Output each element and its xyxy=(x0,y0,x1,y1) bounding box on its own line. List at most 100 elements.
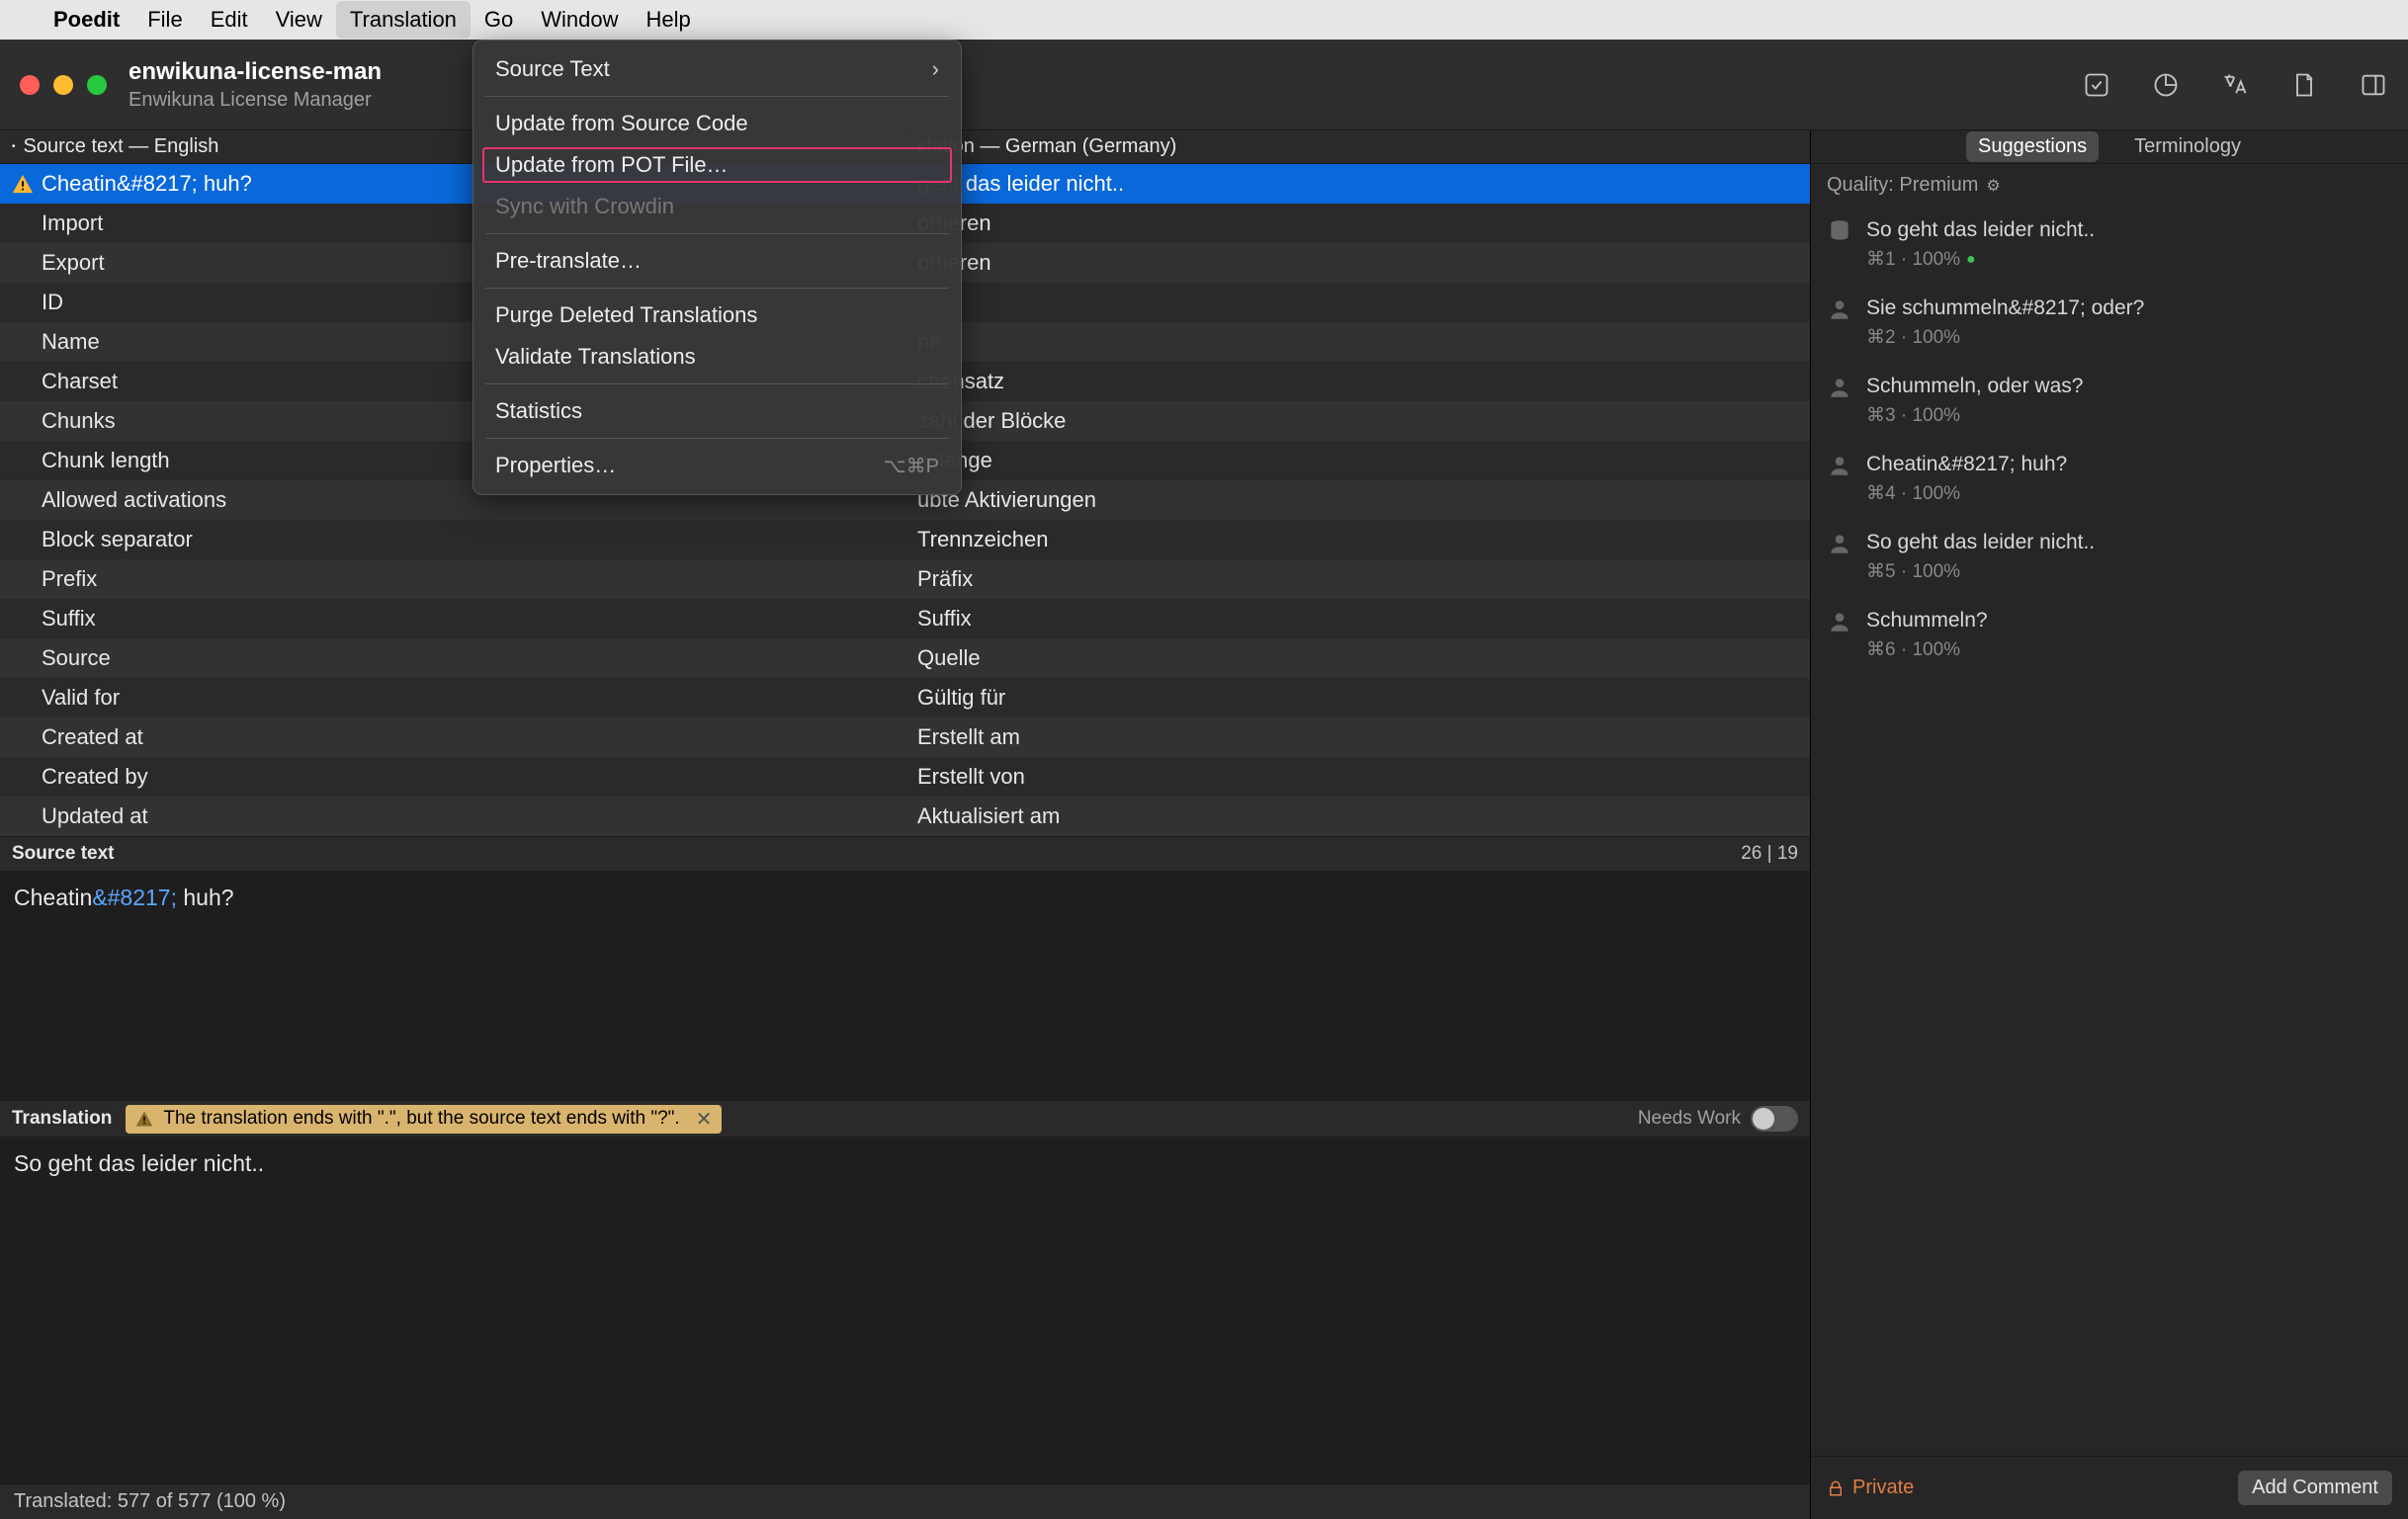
minimize-window-button[interactable] xyxy=(53,75,73,95)
menubar-appname[interactable]: Poedit xyxy=(40,1,133,39)
translation-cell: ortieren xyxy=(905,243,1810,283)
table-row[interactable]: Created atErstellt am xyxy=(0,717,1810,757)
table-row[interactable]: Block separatorTrennzeichen xyxy=(0,520,1810,559)
stats-icon[interactable] xyxy=(2151,70,2181,100)
suggestion-item[interactable]: So geht das leider nicht..⌘5 · 100% xyxy=(1811,519,2408,597)
menu-item[interactable]: Properties…⌥⌘P xyxy=(473,445,961,486)
add-comment-button[interactable]: Add Comment xyxy=(2238,1471,2392,1505)
warning-icon xyxy=(135,1110,153,1128)
table-row[interactable]: Updated at Aktualisiert am xyxy=(0,797,1810,836)
menu-item[interactable]: Pre-translate… xyxy=(473,240,961,282)
window-controls xyxy=(20,75,107,95)
validate-icon[interactable] xyxy=(2082,70,2111,100)
suggestion-item[interactable]: Sie schummeln&#8217; oder? ⌘2 · 100% xyxy=(1811,285,2408,363)
maximize-window-button[interactable] xyxy=(87,75,107,95)
person-icon xyxy=(1827,609,1852,634)
menu-item: Sync with Crowdin xyxy=(473,186,961,227)
source-text-body: Cheatin&#8217; huh? xyxy=(0,871,1810,1100)
html-entity: &#8217; xyxy=(92,885,177,910)
tab-suggestions[interactable]: Suggestions xyxy=(1966,131,2099,162)
menu-item[interactable]: Purge Deleted Translations xyxy=(473,295,961,336)
table-row[interactable]: SourceQuelle xyxy=(0,638,1810,678)
source-cell: Created by xyxy=(42,764,148,790)
macos-menubar: Poedit File Edit View Translation Go Win… xyxy=(0,0,2408,40)
privacy-indicator[interactable]: Private xyxy=(1827,1477,1914,1499)
source-cell: Suffix xyxy=(42,606,96,632)
menubar-translation[interactable]: Translation xyxy=(336,1,471,39)
close-window-button[interactable] xyxy=(20,75,40,95)
suggestion-item[interactable]: Schummeln?⌘6 · 100% xyxy=(1811,597,2408,675)
export-icon[interactable] xyxy=(2289,70,2319,100)
menubar-window[interactable]: Window xyxy=(527,1,632,39)
suggestions-list: So geht das leider nicht..⌘1 · 100% ●Sie… xyxy=(1811,207,2408,1456)
suggestion-text: Schummeln? xyxy=(1866,609,1988,633)
suggestion-item[interactable]: So geht das leider nicht..⌘1 · 100% ● xyxy=(1811,207,2408,285)
table-row[interactable]: PrefixPräfix xyxy=(0,559,1810,599)
menu-item[interactable]: Validate Translations xyxy=(473,336,961,378)
suggestion-item[interactable]: Cheatin&#8217; huh?⌘4 · 100% xyxy=(1811,441,2408,519)
suggestion-item[interactable]: Schummeln, oder was? ⌘3 · 100% xyxy=(1811,363,2408,441)
menubar-view[interactable]: View xyxy=(262,1,336,39)
source-cell: Allowed activations xyxy=(42,487,226,513)
translation-cell: Erstellt am xyxy=(905,717,1810,757)
shortcut-label: ⌥⌘P xyxy=(884,454,939,478)
translation-warning-badge: The translation ends with ".", but the s… xyxy=(126,1105,722,1134)
source-cell: Cheatin&#8217; huh? xyxy=(42,171,252,197)
translation-column-header[interactable]: slation — German (Germany) xyxy=(905,130,1810,163)
suggestion-text: Sie schummeln&#8217; oder? xyxy=(1866,296,2144,320)
person-icon xyxy=(1827,453,1852,478)
titlebar: enwikuna-license-man Enwikuna License Ma… xyxy=(0,40,2408,130)
toolbar xyxy=(2082,70,2388,100)
source-cell: Name xyxy=(42,329,100,355)
dismiss-warning-button[interactable]: ✕ xyxy=(696,1107,713,1132)
warning-icon xyxy=(12,173,34,195)
translation-cell: cklänge xyxy=(905,441,1810,480)
translation-cell: Erstellt von xyxy=(905,757,1810,797)
person-icon xyxy=(1827,531,1852,556)
translation-cell: Suffix xyxy=(905,599,1810,638)
statusbar: Translated: 577 of 577 (100 %) xyxy=(0,1483,1810,1519)
suggestion-meta: ⌘2 · 100% xyxy=(1866,326,2144,349)
suggestion-text: Schummeln, oder was? xyxy=(1866,375,2083,398)
gear-icon[interactable]: ⚙ xyxy=(1986,176,2000,196)
lock-icon xyxy=(1827,1479,1845,1497)
source-text-label: Source text xyxy=(12,843,114,865)
translation-label: Translation xyxy=(12,1108,112,1130)
source-text-panel: Source text 26 | 19 Cheatin&#8217; huh? xyxy=(0,836,1810,1100)
sidebar-tabs: Suggestions Terminology xyxy=(1811,130,2408,164)
chevron-right-icon: › xyxy=(932,56,939,82)
translation-cell: geht das leider nicht.. xyxy=(905,164,1810,204)
translation-input[interactable]: So geht das leider nicht.. xyxy=(0,1137,1810,1483)
menubar-edit[interactable]: Edit xyxy=(197,1,262,39)
table-row[interactable]: Suffix Suffix xyxy=(0,599,1810,638)
translation-cell xyxy=(905,283,1810,322)
sidebar-toggle-icon[interactable] xyxy=(2359,70,2388,100)
toggle-switch[interactable] xyxy=(1751,1106,1798,1132)
suggestion-meta: ⌘3 · 100% xyxy=(1866,404,2083,427)
menubar-help[interactable]: Help xyxy=(633,1,705,39)
window: enwikuna-license-man Enwikuna License Ma… xyxy=(0,40,2408,1519)
menubar-file[interactable]: File xyxy=(133,1,196,39)
translation-cell: Gültig für xyxy=(905,678,1810,717)
translation-panel: Translation The translation ends with ".… xyxy=(0,1100,1810,1483)
menu-item[interactable]: Update from POT File… xyxy=(479,144,955,186)
needs-work-toggle[interactable]: Needs Work xyxy=(1638,1106,1798,1132)
quality-indicator: Quality: Premium ⚙ xyxy=(1811,164,2408,207)
database-icon xyxy=(1827,218,1852,244)
person-icon xyxy=(1827,296,1852,322)
menu-item[interactable]: Statistics xyxy=(473,390,961,432)
source-cell: Updated at xyxy=(42,803,148,829)
table-row[interactable]: Valid forGültig für xyxy=(0,678,1810,717)
table-row[interactable]: Created by Erstellt von xyxy=(0,757,1810,797)
window-subtitle: Enwikuna License Manager xyxy=(129,87,382,113)
translation-cell: zahl der Blöcke xyxy=(905,401,1810,441)
translation-cell: Aktualisiert am xyxy=(905,797,1810,836)
menu-item[interactable]: Source Text› xyxy=(473,48,961,90)
tab-terminology[interactable]: Terminology xyxy=(2122,131,2253,162)
suggestion-meta: ⌘1 · 100% ● xyxy=(1866,248,2095,271)
translate-icon[interactable] xyxy=(2220,70,2250,100)
menubar-go[interactable]: Go xyxy=(471,1,527,39)
menu-item[interactable]: Update from Source Code xyxy=(473,103,961,144)
suggestions-sidebar: Suggestions Terminology Quality: Premium… xyxy=(1811,130,2408,1519)
source-cell: Chunk length xyxy=(42,448,170,473)
